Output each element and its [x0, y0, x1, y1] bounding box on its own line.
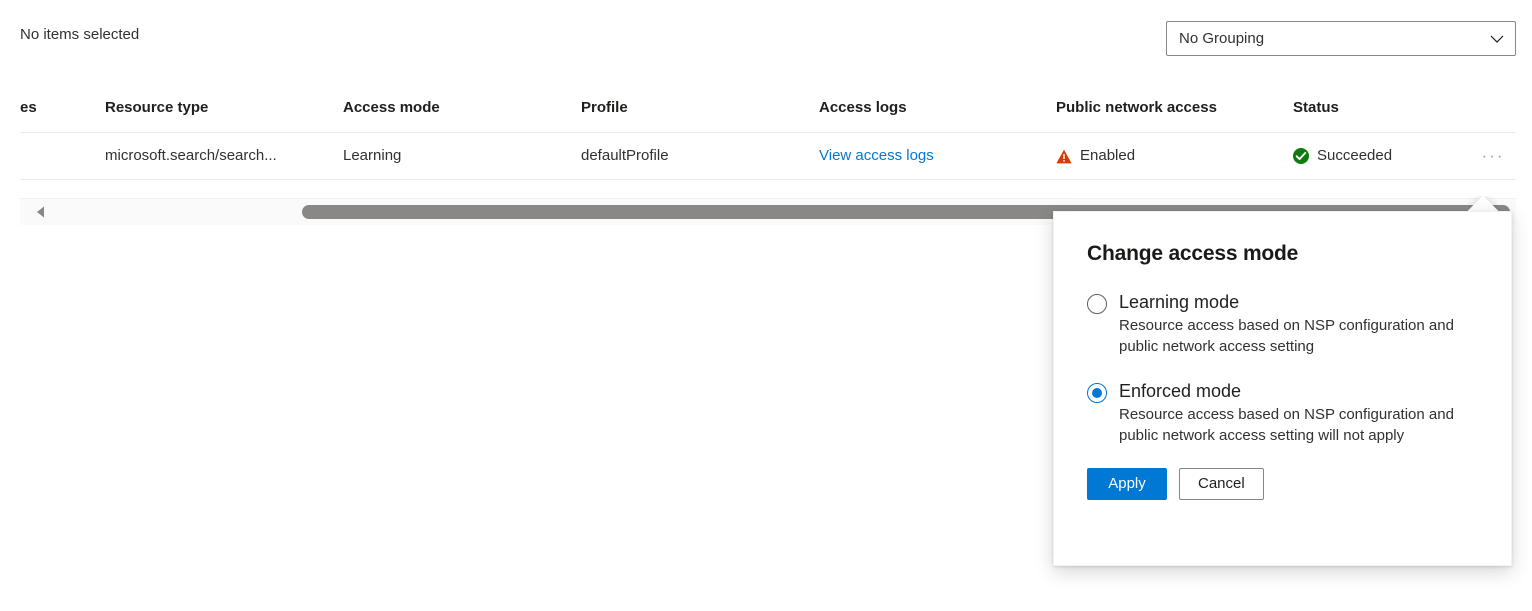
- view-access-logs-link[interactable]: View access logs: [819, 146, 934, 166]
- cell-profile: defaultProfile: [581, 146, 819, 166]
- cell-public-network-access: Enabled: [1056, 146, 1293, 166]
- cell-access-mode: Learning: [343, 146, 581, 166]
- public-network-access-value: Enabled: [1080, 146, 1135, 166]
- radio-option-learning-mode[interactable]: Learning mode Resource access based on N…: [1087, 290, 1479, 357]
- cell-access-logs: View access logs: [819, 146, 1056, 166]
- selection-status-label: No items selected: [20, 24, 139, 46]
- grouping-dropdown[interactable]: No Grouping: [1166, 21, 1516, 56]
- radio-enforced-mode-description: Resource access based on NSP configurati…: [1119, 404, 1459, 446]
- scroll-left-arrow-icon[interactable]: [34, 205, 48, 219]
- column-header-status[interactable]: Status: [1293, 98, 1478, 118]
- table-row[interactable]: microsoft.search/search... Learning defa…: [20, 133, 1516, 180]
- cell-resource-type: microsoft.search/search...: [105, 146, 343, 166]
- radio-enforced-mode-label: Enforced mode: [1119, 379, 1459, 403]
- success-check-icon: [1293, 148, 1309, 164]
- page-root: No items selected No Grouping es Resourc…: [0, 0, 1532, 611]
- change-access-mode-dialog: Change access mode Learning mode Resourc…: [1053, 211, 1512, 566]
- column-header-name[interactable]: es: [20, 98, 105, 118]
- radio-learning-mode-icon[interactable]: [1087, 294, 1107, 314]
- status-badge: Succeeded: [1317, 146, 1392, 166]
- column-header-resource-type[interactable]: Resource type: [105, 98, 343, 118]
- radio-enforced-mode-icon[interactable]: [1087, 383, 1107, 403]
- cell-status: Succeeded: [1293, 146, 1478, 166]
- column-header-public-network-access[interactable]: Public network access: [1056, 98, 1293, 118]
- grid-header-row: es Resource type Access mode Profile Acc…: [20, 86, 1516, 133]
- callout-beak: [1468, 196, 1498, 212]
- apply-button[interactable]: Apply: [1087, 468, 1167, 500]
- column-header-access-logs[interactable]: Access logs: [819, 98, 1056, 118]
- dialog-title: Change access mode: [1087, 240, 1479, 268]
- grouping-dropdown-value: No Grouping: [1179, 29, 1489, 49]
- row-more-menu-icon[interactable]: ···: [1482, 152, 1505, 160]
- radio-learning-mode-label: Learning mode: [1119, 290, 1459, 314]
- radio-option-enforced-mode[interactable]: Enforced mode Resource access based on N…: [1087, 379, 1479, 446]
- dialog-actions: Apply Cancel: [1087, 468, 1479, 500]
- radio-learning-mode-description: Resource access based on NSP configurati…: [1119, 315, 1459, 357]
- column-header-profile[interactable]: Profile: [581, 98, 819, 118]
- column-header-access-mode[interactable]: Access mode: [343, 98, 581, 118]
- warning-triangle-icon: [1056, 149, 1072, 164]
- cell-row-actions: ···: [1478, 152, 1516, 160]
- chevron-down-icon: [1489, 31, 1505, 47]
- cancel-button[interactable]: Cancel: [1179, 468, 1264, 500]
- command-bar: No items selected No Grouping: [0, 0, 1532, 70]
- resources-grid: es Resource type Access mode Profile Acc…: [20, 86, 1516, 180]
